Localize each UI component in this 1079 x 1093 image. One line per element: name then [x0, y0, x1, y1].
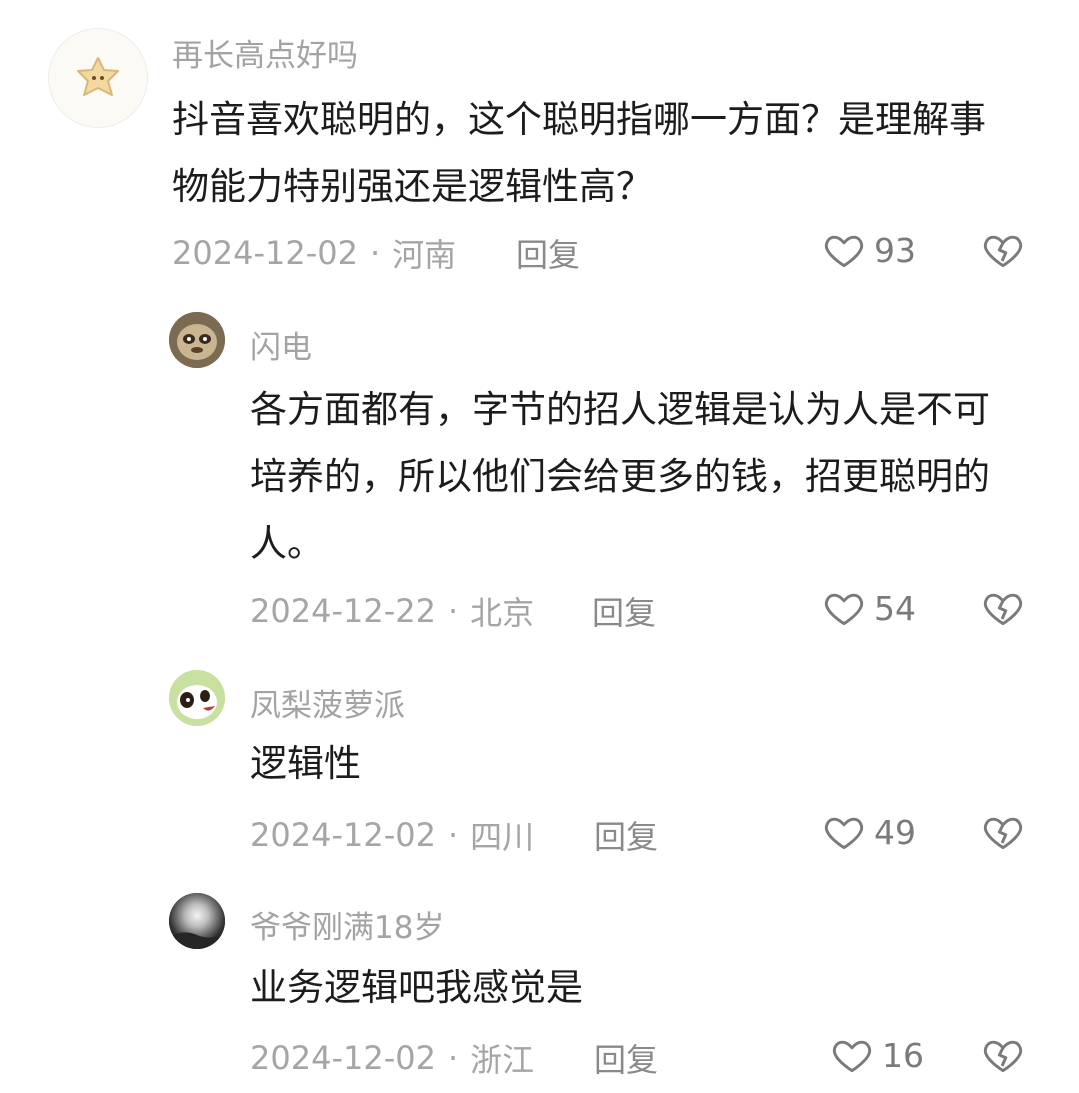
like-count: 93	[874, 230, 916, 270]
dislike-button[interactable]	[981, 1033, 1025, 1077]
reply-button[interactable]: 回复	[592, 588, 656, 634]
comment-item: 再长高点好吗 抖音喜欢聪明的，这个聪明指哪一方面？是理解事物能力特别强还是逻辑性…	[0, 0, 1079, 290]
like-count: 54	[874, 588, 916, 628]
reply-button[interactable]: 回复	[594, 812, 658, 858]
comment-location: 四川	[470, 818, 535, 856]
comment-username[interactable]: 闪电	[250, 322, 312, 367]
moon-photo-avatar-icon	[169, 893, 225, 949]
like-button[interactable]: 54	[822, 586, 916, 630]
like-count: 16	[882, 1035, 924, 1075]
dislike-button[interactable]	[981, 228, 1025, 272]
comment-meta: 2024-12-02 · 河南	[172, 230, 456, 276]
comment-text: 逻辑性	[250, 742, 361, 785]
cartoon-dog-avatar-icon	[169, 670, 225, 726]
broken-heart-icon	[983, 593, 1023, 626]
comment-username[interactable]: 凤梨菠萝派	[250, 680, 405, 725]
comment-meta: 2024-12-22 · 北京	[250, 588, 534, 634]
avatar[interactable]	[169, 893, 225, 949]
comment-date: 2024-12-02	[250, 1039, 436, 1077]
heart-icon	[832, 1040, 872, 1073]
heart-icon	[824, 593, 864, 626]
broken-heart-icon	[983, 817, 1023, 850]
comment-username[interactable]: 再长高点好吗	[172, 30, 358, 75]
like-count: 49	[874, 812, 916, 852]
comment-meta: 2024-12-02 · 四川	[250, 812, 534, 858]
comment-date: 2024-12-22	[250, 592, 436, 630]
dislike-button[interactable]	[981, 810, 1025, 854]
like-button[interactable]: 93	[822, 228, 916, 272]
broken-heart-icon	[983, 1040, 1023, 1073]
star-cookie-avatar-icon	[77, 57, 119, 96]
meta-separator: ·	[447, 816, 459, 854]
avatar[interactable]	[169, 312, 225, 368]
avatar[interactable]	[169, 670, 225, 726]
comment-location: 北京	[470, 594, 535, 632]
dislike-button[interactable]	[981, 586, 1025, 630]
comment-date: 2024-12-02	[172, 234, 358, 272]
comment-date: 2024-12-02	[250, 816, 436, 854]
meta-separator: ·	[447, 1039, 459, 1077]
like-button[interactable]: 16	[830, 1033, 924, 1077]
heart-icon	[824, 235, 864, 268]
comment-meta: 2024-12-02 · 浙江	[250, 1035, 534, 1081]
comment-text: 抖音喜欢聪明的，这个聪明指哪一方面？是理解事物能力特别强还是逻辑性高？	[172, 98, 986, 208]
reply-button[interactable]: 回复	[516, 230, 580, 276]
broken-heart-icon	[983, 235, 1023, 268]
reply-button[interactable]: 回复	[594, 1035, 658, 1081]
meta-separator: ·	[369, 234, 381, 272]
meta-separator: ·	[447, 592, 459, 630]
comment-username[interactable]: 爷爷刚满18岁	[250, 902, 444, 947]
comment-text: 各方面都有，字节的招人逻辑是认为人是不可培养的，所以他们会给更多的钱，招更聪明的…	[250, 388, 990, 565]
like-button[interactable]: 49	[822, 810, 916, 854]
heart-icon	[824, 817, 864, 850]
comment-location: 浙江	[470, 1041, 535, 1079]
sloth-avatar-icon	[169, 312, 225, 368]
comment-location: 河南	[392, 236, 457, 274]
avatar[interactable]	[48, 28, 148, 128]
comment-text: 业务逻辑吧我感觉是	[250, 966, 583, 1009]
